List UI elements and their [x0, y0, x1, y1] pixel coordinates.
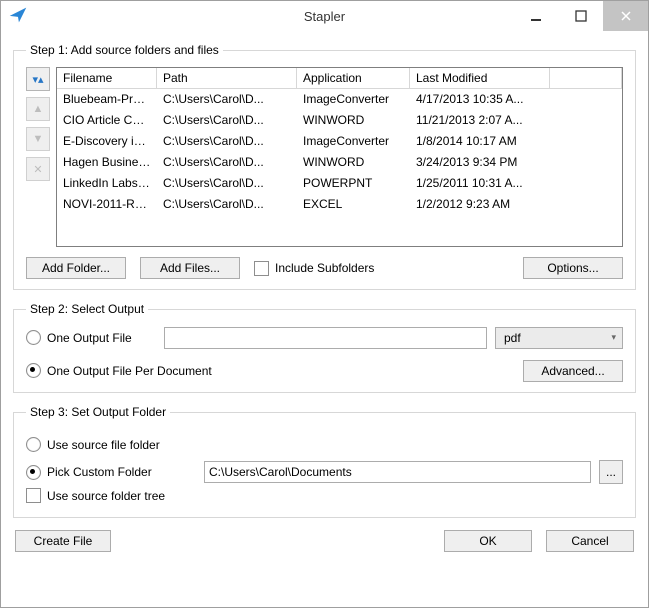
- step2-legend: Step 2: Select Output: [26, 302, 148, 316]
- table-header: Filename Path Application Last Modified: [57, 68, 622, 89]
- table-row[interactable]: E-Discovery in Co...C:\Users\Carol\D...I…: [57, 131, 622, 152]
- cell-filename: NOVI-2011-Recrui...: [57, 194, 157, 215]
- custom-folder-input[interactable]: [204, 461, 591, 483]
- include-subfolders-checkbox[interactable]: Include Subfolders: [254, 261, 374, 276]
- col-last-modified[interactable]: Last Modified: [410, 68, 550, 89]
- add-files-button[interactable]: Add Files...: [140, 257, 240, 279]
- cell-path: C:\Users\Carol\D...: [157, 110, 297, 131]
- col-path[interactable]: Path: [157, 68, 297, 89]
- step3-group: Step 3: Set Output Folder Use source fil…: [13, 405, 636, 518]
- files-table[interactable]: Filename Path Application Last Modified …: [56, 67, 623, 247]
- cell-modified: 1/8/2014 10:17 AM: [410, 131, 550, 152]
- use-source-folder-radio[interactable]: Use source file folder: [26, 437, 160, 452]
- table-row[interactable]: Hagen Business ...C:\Users\Carol\D...WIN…: [57, 152, 622, 173]
- cell-modified: 4/17/2013 10:35 A...: [410, 89, 550, 110]
- pick-custom-folder-label: Pick Custom Folder: [47, 465, 152, 479]
- cell-modified: 3/24/2013 9:34 PM: [410, 152, 550, 173]
- step1-legend: Step 1: Add source folders and files: [26, 43, 223, 57]
- include-subfolders-label: Include Subfolders: [275, 261, 374, 275]
- move-down-button[interactable]: ▼: [26, 127, 50, 151]
- chevron-down-icon: ▾: [611, 332, 616, 343]
- advanced-button[interactable]: Advanced...: [523, 360, 623, 382]
- radio-icon: [26, 330, 41, 345]
- cell-app: EXCEL: [297, 194, 410, 215]
- cell-path: C:\Users\Carol\D...: [157, 131, 297, 152]
- table-row[interactable]: CIO Article Collab...C:\Users\Carol\D...…: [57, 110, 622, 131]
- app-icon: [7, 4, 31, 28]
- cell-filename: Hagen Business ...: [57, 152, 157, 173]
- cell-app: POWERPNT: [297, 173, 410, 194]
- cell-modified: 1/2/2012 9:23 AM: [410, 194, 550, 215]
- ok-button[interactable]: OK: [444, 530, 532, 552]
- cell-path: C:\Users\Carol\D...: [157, 152, 297, 173]
- cell-modified: 1/25/2011 10:31 A...: [410, 173, 550, 194]
- cell-app: ImageConverter: [297, 131, 410, 152]
- options-button[interactable]: Options...: [523, 257, 623, 279]
- one-output-per-document-radio[interactable]: One Output File Per Document: [26, 363, 212, 378]
- cell-modified: 11/21/2013 2:07 A...: [410, 110, 550, 131]
- row-tool-buttons: ▾▴ ▲ ▼ ✕: [26, 67, 50, 247]
- browse-folder-button[interactable]: ...: [599, 460, 623, 484]
- output-format-select[interactable]: pdf ▾: [495, 327, 623, 349]
- checkbox-icon: [26, 488, 41, 503]
- table-row[interactable]: LinkedIn Labs Intr...C:\Users\Carol\D...…: [57, 173, 622, 194]
- output-format-value: pdf: [504, 331, 521, 345]
- table-row[interactable]: Bluebeam-Previo...C:\Users\Carol\D...Ima…: [57, 89, 622, 110]
- close-button[interactable]: [603, 1, 648, 31]
- window-buttons: [513, 1, 648, 31]
- stapler-window: Stapler Step 1: Add source folders and f…: [0, 0, 649, 608]
- cell-path: C:\Users\Carol\D...: [157, 89, 297, 110]
- table-row[interactable]: NOVI-2011-Recrui...C:\Users\Carol\D...EX…: [57, 194, 622, 215]
- radio-icon: [26, 437, 41, 452]
- add-folder-button[interactable]: Add Folder...: [26, 257, 126, 279]
- one-output-per-document-label: One Output File Per Document: [47, 364, 212, 378]
- one-output-file-radio[interactable]: One Output File: [26, 330, 156, 345]
- step1-group: Step 1: Add source folders and files ▾▴ …: [13, 43, 636, 290]
- use-source-folder-tree-label: Use source folder tree: [47, 489, 165, 503]
- radio-icon: [26, 465, 41, 480]
- footer-buttons: Create File OK Cancel: [13, 530, 636, 552]
- use-source-folder-tree-checkbox[interactable]: Use source folder tree: [26, 488, 165, 503]
- cell-app: WINWORD: [297, 110, 410, 131]
- expand-all-button[interactable]: ▾▴: [26, 67, 50, 91]
- col-application[interactable]: Application: [297, 68, 410, 89]
- step3-legend: Step 3: Set Output Folder: [26, 405, 170, 419]
- step2-group: Step 2: Select Output One Output File pd…: [13, 302, 636, 393]
- col-spacer: [550, 68, 622, 89]
- one-output-file-label: One Output File: [47, 331, 132, 345]
- move-up-button[interactable]: ▲: [26, 97, 50, 121]
- radio-icon: [26, 363, 41, 378]
- cell-filename: LinkedIn Labs Intr...: [57, 173, 157, 194]
- ellipsis-icon: ...: [606, 465, 616, 479]
- cell-path: C:\Users\Carol\D...: [157, 173, 297, 194]
- cell-filename: CIO Article Collab...: [57, 110, 157, 131]
- cell-app: WINWORD: [297, 152, 410, 173]
- remove-row-button[interactable]: ✕: [26, 157, 50, 181]
- cell-app: ImageConverter: [297, 89, 410, 110]
- pick-custom-folder-radio[interactable]: Pick Custom Folder: [26, 465, 196, 480]
- use-source-folder-label: Use source file folder: [47, 438, 160, 452]
- checkbox-icon: [254, 261, 269, 276]
- cell-filename: Bluebeam-Previo...: [57, 89, 157, 110]
- cell-filename: E-Discovery in Co...: [57, 131, 157, 152]
- maximize-button[interactable]: [558, 1, 603, 31]
- cancel-button[interactable]: Cancel: [546, 530, 634, 552]
- create-file-button[interactable]: Create File: [15, 530, 111, 552]
- cell-path: C:\Users\Carol\D...: [157, 194, 297, 215]
- output-filename-input[interactable]: [164, 327, 487, 349]
- titlebar: Stapler: [1, 1, 648, 31]
- minimize-button[interactable]: [513, 1, 558, 31]
- content: Step 1: Add source folders and files ▾▴ …: [1, 31, 648, 607]
- col-filename[interactable]: Filename: [57, 68, 157, 89]
